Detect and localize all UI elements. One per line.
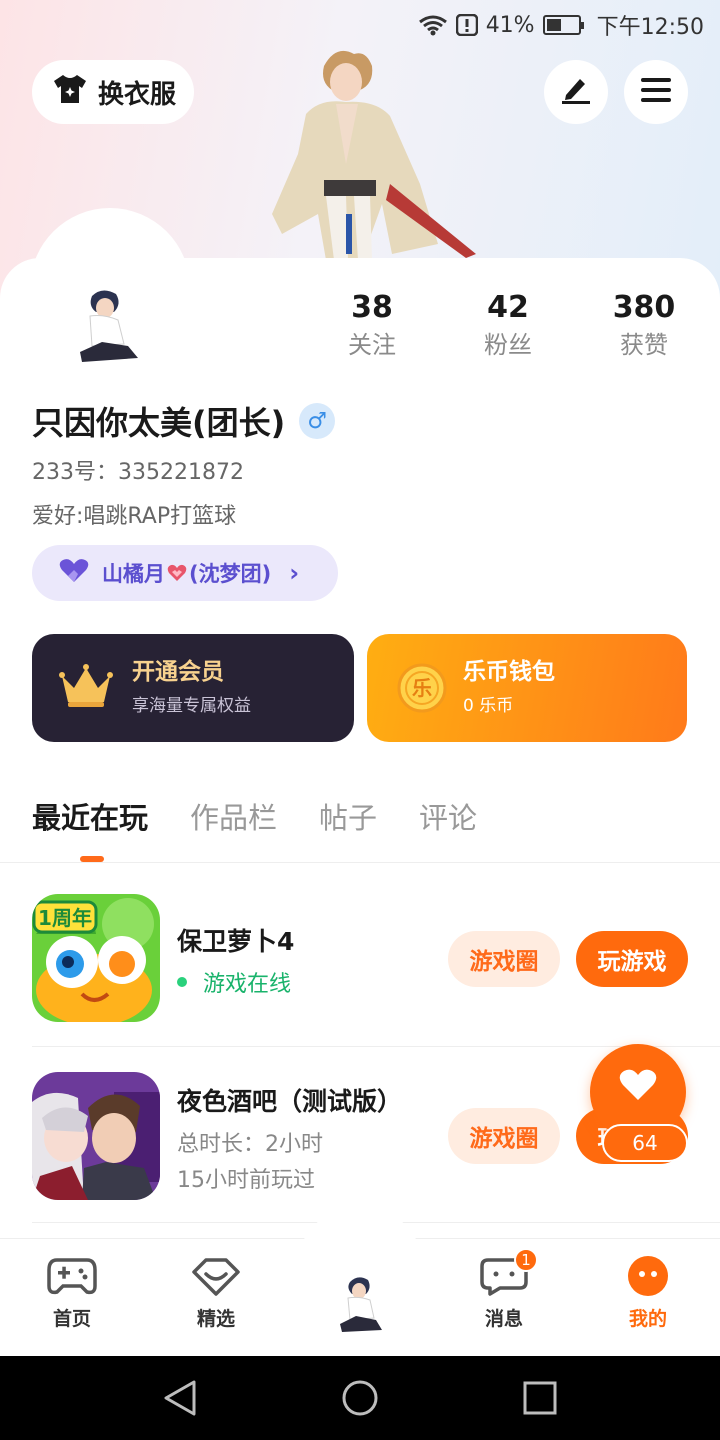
stat-label: 关注	[348, 331, 396, 359]
tab-works[interactable]: 作品栏	[190, 796, 277, 840]
coin-icon: 乐	[397, 663, 447, 713]
avatar[interactable]	[72, 286, 144, 366]
wallet-title: 乐币钱包	[463, 659, 555, 685]
edit-profile-button[interactable]	[544, 60, 608, 124]
nav-label: 消息	[484, 1308, 523, 1330]
avatar-character-illustration[interactable]	[262, 44, 480, 260]
nav-item-me[interactable]: 我的	[603, 1256, 693, 1331]
menu-button[interactable]	[624, 60, 688, 124]
battery-icon	[542, 15, 584, 35]
nav-item-messages[interactable]: 1 消息	[459, 1248, 549, 1331]
game-icon-night-bar[interactable]	[32, 1072, 160, 1200]
avatar-center	[336, 1274, 384, 1338]
nav-item-home[interactable]: 首页	[27, 1256, 117, 1331]
crown-icon	[58, 662, 114, 714]
stat-value: 38	[351, 290, 393, 325]
unread-badge: 1	[514, 1248, 538, 1272]
chat-icon: 1	[480, 1248, 538, 1300]
user-id: 233号：335221872	[32, 460, 244, 485]
game-icon-carrot-defense[interactable]: 1周年	[32, 894, 160, 1022]
vip-membership-card[interactable]: 开通会员 享海量专属权益	[32, 634, 354, 742]
stat-followers[interactable]: 42 粉丝	[453, 288, 563, 362]
status-bar: 41% 下午12:50	[0, 0, 720, 50]
back-icon[interactable]	[162, 1378, 198, 1422]
game-online-status: 游戏在线	[177, 966, 291, 998]
game-total-time: 总时长：2小时	[177, 1132, 323, 1157]
home-icon[interactable]	[341, 1379, 379, 1421]
like-count-badge: 64	[602, 1124, 688, 1162]
clock: 下午12:50	[596, 15, 704, 40]
change-outfit-label: 换衣服	[98, 79, 177, 110]
nav-label: 精选	[196, 1308, 235, 1330]
heart-emoji-icon	[167, 564, 187, 582]
status-text: 游戏在线	[203, 972, 292, 997]
battery-percent: 41%	[485, 12, 535, 38]
username-text: 只因你太美(团长)	[32, 404, 286, 442]
tab-comments[interactable]: 评论	[419, 796, 477, 840]
nav-item-featured[interactable]: 精选	[171, 1256, 261, 1331]
stat-label: 获赞	[620, 331, 668, 359]
username: 只因你太美(团长) ♂	[32, 398, 336, 444]
profile-tabs: 最近在玩 作品栏 帖子 评论	[32, 796, 519, 840]
chevron-right-icon: ›	[289, 559, 300, 587]
recents-icon[interactable]	[522, 1380, 558, 1420]
game-circle-button[interactable]: 游戏圈	[448, 1108, 560, 1164]
alert-icon	[455, 14, 478, 36]
tab-recently-played[interactable]: 最近在玩	[32, 796, 148, 840]
menu-icon	[640, 77, 672, 107]
tab-posts[interactable]: 帖子	[319, 796, 377, 840]
nav-label: 我的	[628, 1308, 667, 1330]
purple-heart-icon	[58, 558, 90, 589]
wallet-balance: 0 乐币	[463, 696, 514, 716]
gender-symbol: ♂	[307, 408, 328, 434]
divider	[32, 1046, 720, 1047]
nav-label: 首页	[52, 1308, 91, 1330]
change-outfit-button[interactable]: 换衣服	[32, 60, 194, 124]
coin-glyph: 乐	[412, 676, 432, 700]
game-title: 夜色酒吧（测试版）	[177, 1087, 403, 1116]
game-circle-button[interactable]: 游戏圈	[448, 931, 560, 987]
system-navigation-bar	[0, 1356, 720, 1440]
game-last-played: 15小时前玩过	[177, 1168, 315, 1193]
stat-following[interactable]: 38 关注	[317, 288, 427, 362]
heart-tag-icon	[192, 1256, 240, 1300]
shirt-icon	[52, 73, 88, 112]
coin-wallet-card[interactable]: 乐 乐币钱包 0 乐币	[367, 634, 687, 742]
stat-value: 380	[612, 290, 676, 325]
gamepad-icon	[47, 1256, 97, 1300]
game-title: 保卫萝卜4	[177, 927, 295, 956]
divider	[0, 862, 720, 863]
play-game-button[interactable]: 玩游戏	[576, 931, 688, 987]
nav-item-avatar[interactable]	[315, 1274, 405, 1338]
group-name-suffix: (沈梦团)	[189, 562, 272, 586]
stat-label: 粉丝	[484, 331, 532, 359]
vip-title: 开通会员	[132, 659, 224, 685]
group-badge-button[interactable]: 山橘月 (沈梦团) ›	[32, 545, 338, 601]
game-icon-badge: 1周年	[38, 906, 92, 930]
user-hobby: 爱好:唱跳RAP打篮球	[32, 504, 237, 529]
group-name: 山橘月	[102, 562, 165, 586]
stat-likes[interactable]: 380 获赞	[589, 288, 699, 362]
wifi-icon	[418, 14, 448, 36]
heart-icon	[618, 1068, 658, 1106]
vip-subtitle: 享海量专属权益	[132, 696, 251, 716]
stat-value: 42	[487, 290, 529, 325]
me-icon	[626, 1256, 670, 1300]
online-dot-icon	[177, 977, 187, 987]
list-item[interactable]: 1周年 保卫萝卜4 游戏在线 游戏圈 玩游戏	[32, 894, 720, 1024]
edit-icon	[560, 75, 592, 109]
male-gender-icon: ♂	[299, 403, 336, 439]
